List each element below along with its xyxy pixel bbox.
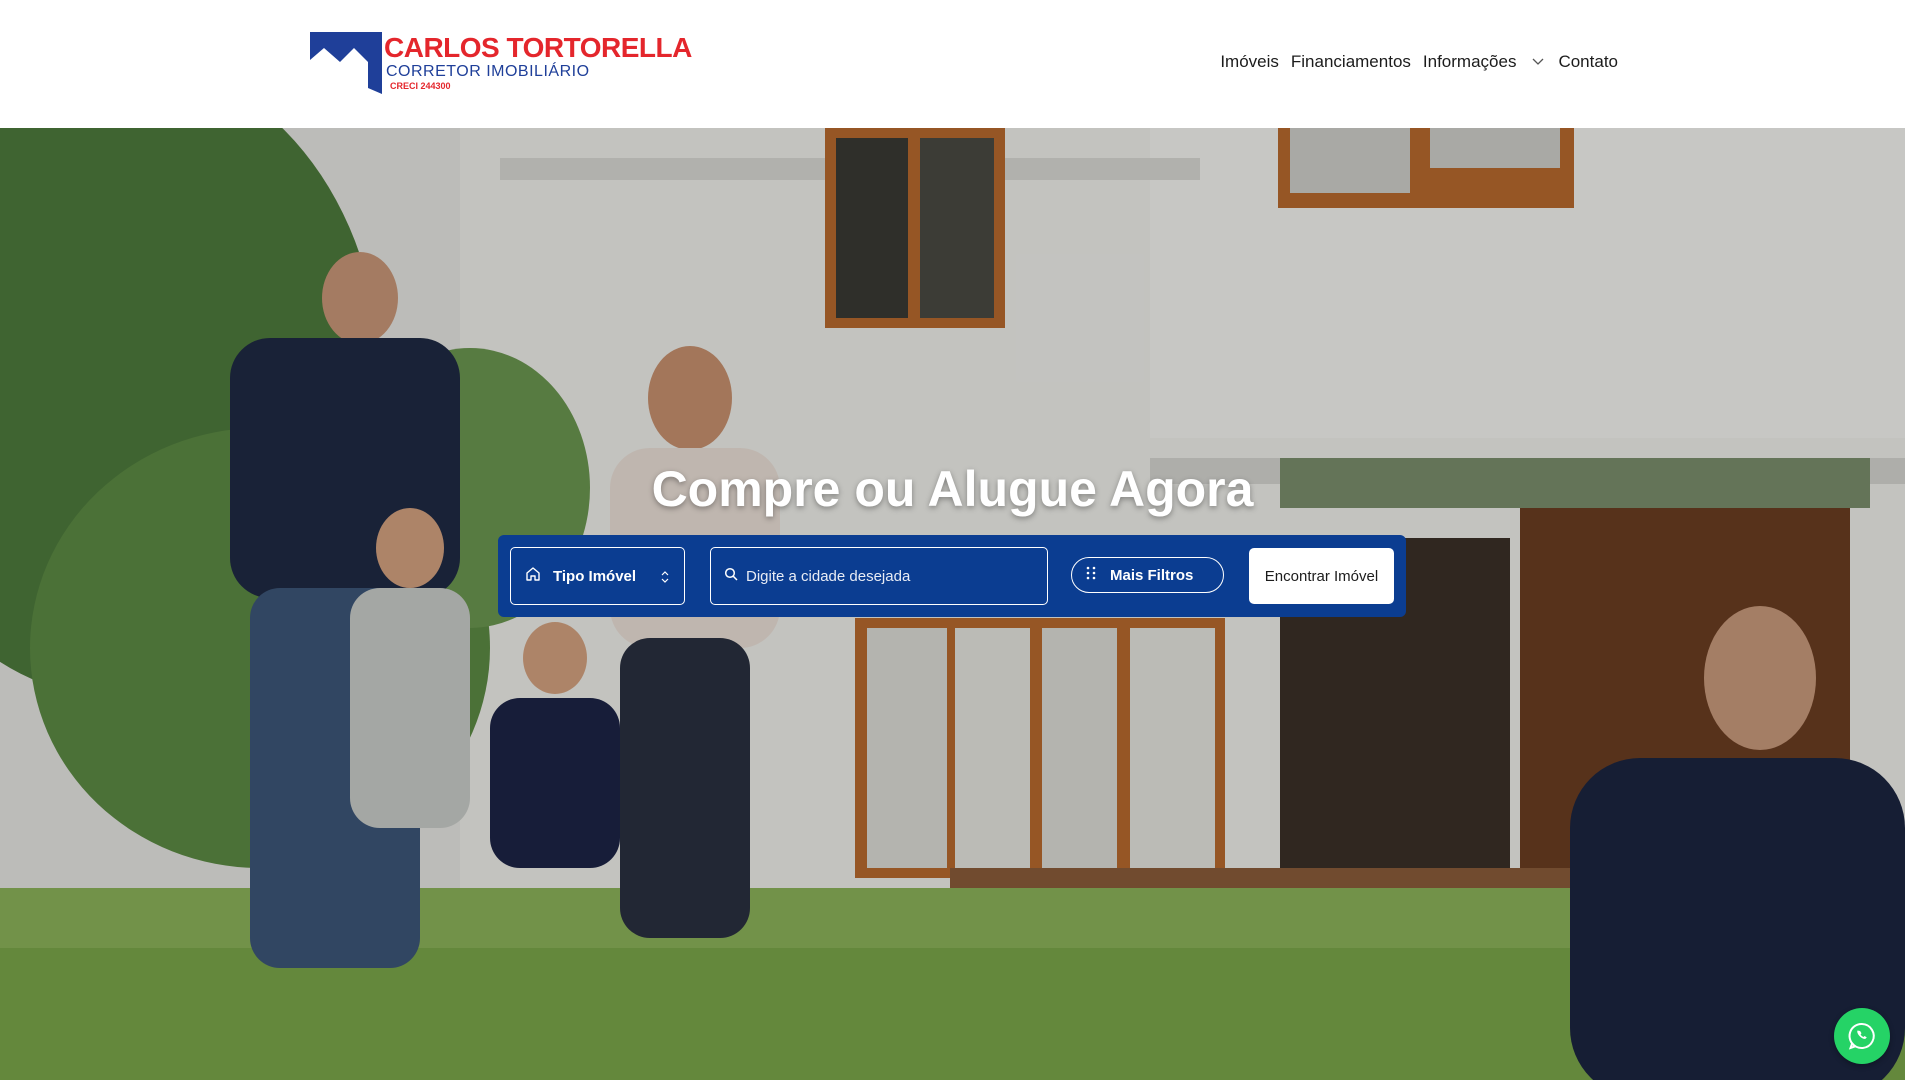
grid-dots-icon bbox=[1086, 566, 1096, 585]
brand-creci: CRECI 244300 bbox=[390, 81, 451, 91]
more-filters-button[interactable]: Mais Filtros bbox=[1071, 557, 1224, 593]
property-search-bar: Tipo Imóvel Mais Filtros Encontrar Imóve… bbox=[498, 535, 1406, 617]
select-arrows-icon bbox=[660, 570, 670, 589]
nav-item-contato[interactable]: Contato bbox=[1558, 52, 1618, 72]
home-icon bbox=[525, 566, 541, 587]
nav-item-financiamentos[interactable]: Financiamentos bbox=[1291, 52, 1411, 72]
brand-name: CARLOS TORTORELLA bbox=[384, 32, 692, 63]
property-type-label: Tipo Imóvel bbox=[553, 567, 637, 585]
property-type-select[interactable]: Tipo Imóvel bbox=[510, 547, 685, 605]
main-nav: Imóveis Financiamentos Informações Conta… bbox=[1208, 52, 1618, 72]
brand-logo[interactable]: CARLOS TORTORELLA CORRETOR IMOBILIÁRIO C… bbox=[310, 30, 692, 96]
search-icon bbox=[724, 567, 738, 586]
whatsapp-icon bbox=[1848, 1022, 1875, 1050]
more-filters-label: Mais Filtros bbox=[1110, 566, 1194, 584]
hero-title: Compre ou Alugue Agora bbox=[651, 461, 1254, 517]
city-search-input[interactable] bbox=[746, 567, 1036, 585]
brand-subtitle: CORRETOR IMOBILIÁRIO bbox=[386, 63, 590, 80]
logo-house-icon bbox=[310, 32, 382, 94]
find-property-button[interactable]: Encontrar Imóvel bbox=[1249, 548, 1394, 604]
nav-item-informacoes[interactable]: Informações bbox=[1423, 52, 1517, 72]
site-header: CARLOS TORTORELLA CORRETOR IMOBILIÁRIO C… bbox=[0, 0, 1905, 128]
hero-section: Compre ou Alugue Agora Tipo Imóvel Mais … bbox=[0, 128, 1905, 1080]
nav-item-imoveis[interactable]: Imóveis bbox=[1220, 52, 1279, 72]
city-search-field bbox=[710, 547, 1048, 605]
chevron-down-icon[interactable] bbox=[1530, 54, 1546, 70]
whatsapp-button[interactable] bbox=[1834, 1008, 1890, 1064]
